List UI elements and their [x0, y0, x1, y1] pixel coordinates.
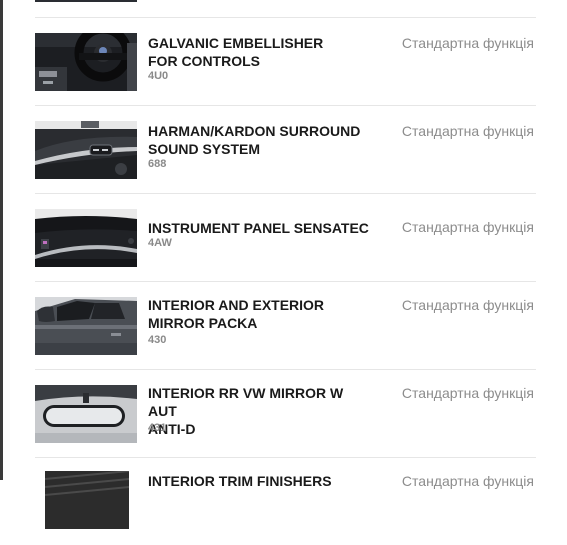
option-row[interactable]: HARMAN/KARDON SURROUND SOUND SYSTEM 688 …: [35, 106, 536, 193]
option-title: INTERIOR AND EXTERIOR MIRROR PACKA: [148, 297, 325, 331]
option-row[interactable]: INSTRUMENT PANEL SENSATEC 4AW Стандартна…: [35, 194, 536, 281]
window-left-edge: [0, 0, 3, 480]
option-row[interactable]: INTERIOR RR VW MIRROR W AUT ANTI-D 431 С…: [35, 370, 536, 457]
option-status: Стандартна функція: [401, 473, 534, 489]
option-code: 4U0: [148, 70, 169, 82]
option-title: INTERIOR TRIM FINISHERS: [148, 473, 332, 489]
option-row[interactable]: GALVANIC EMBELLISHER FOR CONTROLS 4U0 Ст…: [35, 18, 536, 105]
previous-option-image: [35, 0, 137, 2]
side-mirror-image: [35, 297, 137, 355]
option-code: 431: [148, 422, 167, 434]
option-status: Стандартна функція: [401, 123, 534, 139]
dashboard-image: [35, 209, 137, 267]
option-title: INTERIOR RR VW MIRROR W AUT ANTI-D: [148, 385, 344, 437]
option-code: 4AW: [148, 237, 172, 249]
option-code: 430: [148, 334, 167, 346]
rearview-mirror-image: [35, 385, 137, 443]
option-status: Стандартна функція: [401, 297, 534, 313]
option-status: Стандартна функція: [401, 385, 534, 401]
option-status: Стандартна функція: [401, 35, 534, 51]
door-speaker-image: [35, 121, 137, 179]
option-title: GALVANIC EMBELLISHER FOR CONTROLS: [148, 35, 324, 69]
option-row[interactable]: INTERIOR TRIM FINISHERS Стандартна функц…: [35, 458, 536, 545]
option-status: Стандартна функція: [401, 219, 534, 235]
steering-wheel-image: [35, 33, 137, 91]
option-title: HARMAN/KARDON SURROUND SOUND SYSTEM: [148, 123, 361, 157]
option-code: 688: [148, 158, 167, 170]
option-row[interactable]: INTERIOR AND EXTERIOR MIRROR PACKA 430 С…: [35, 282, 536, 369]
option-title: INSTRUMENT PANEL SENSATEC: [148, 220, 369, 236]
